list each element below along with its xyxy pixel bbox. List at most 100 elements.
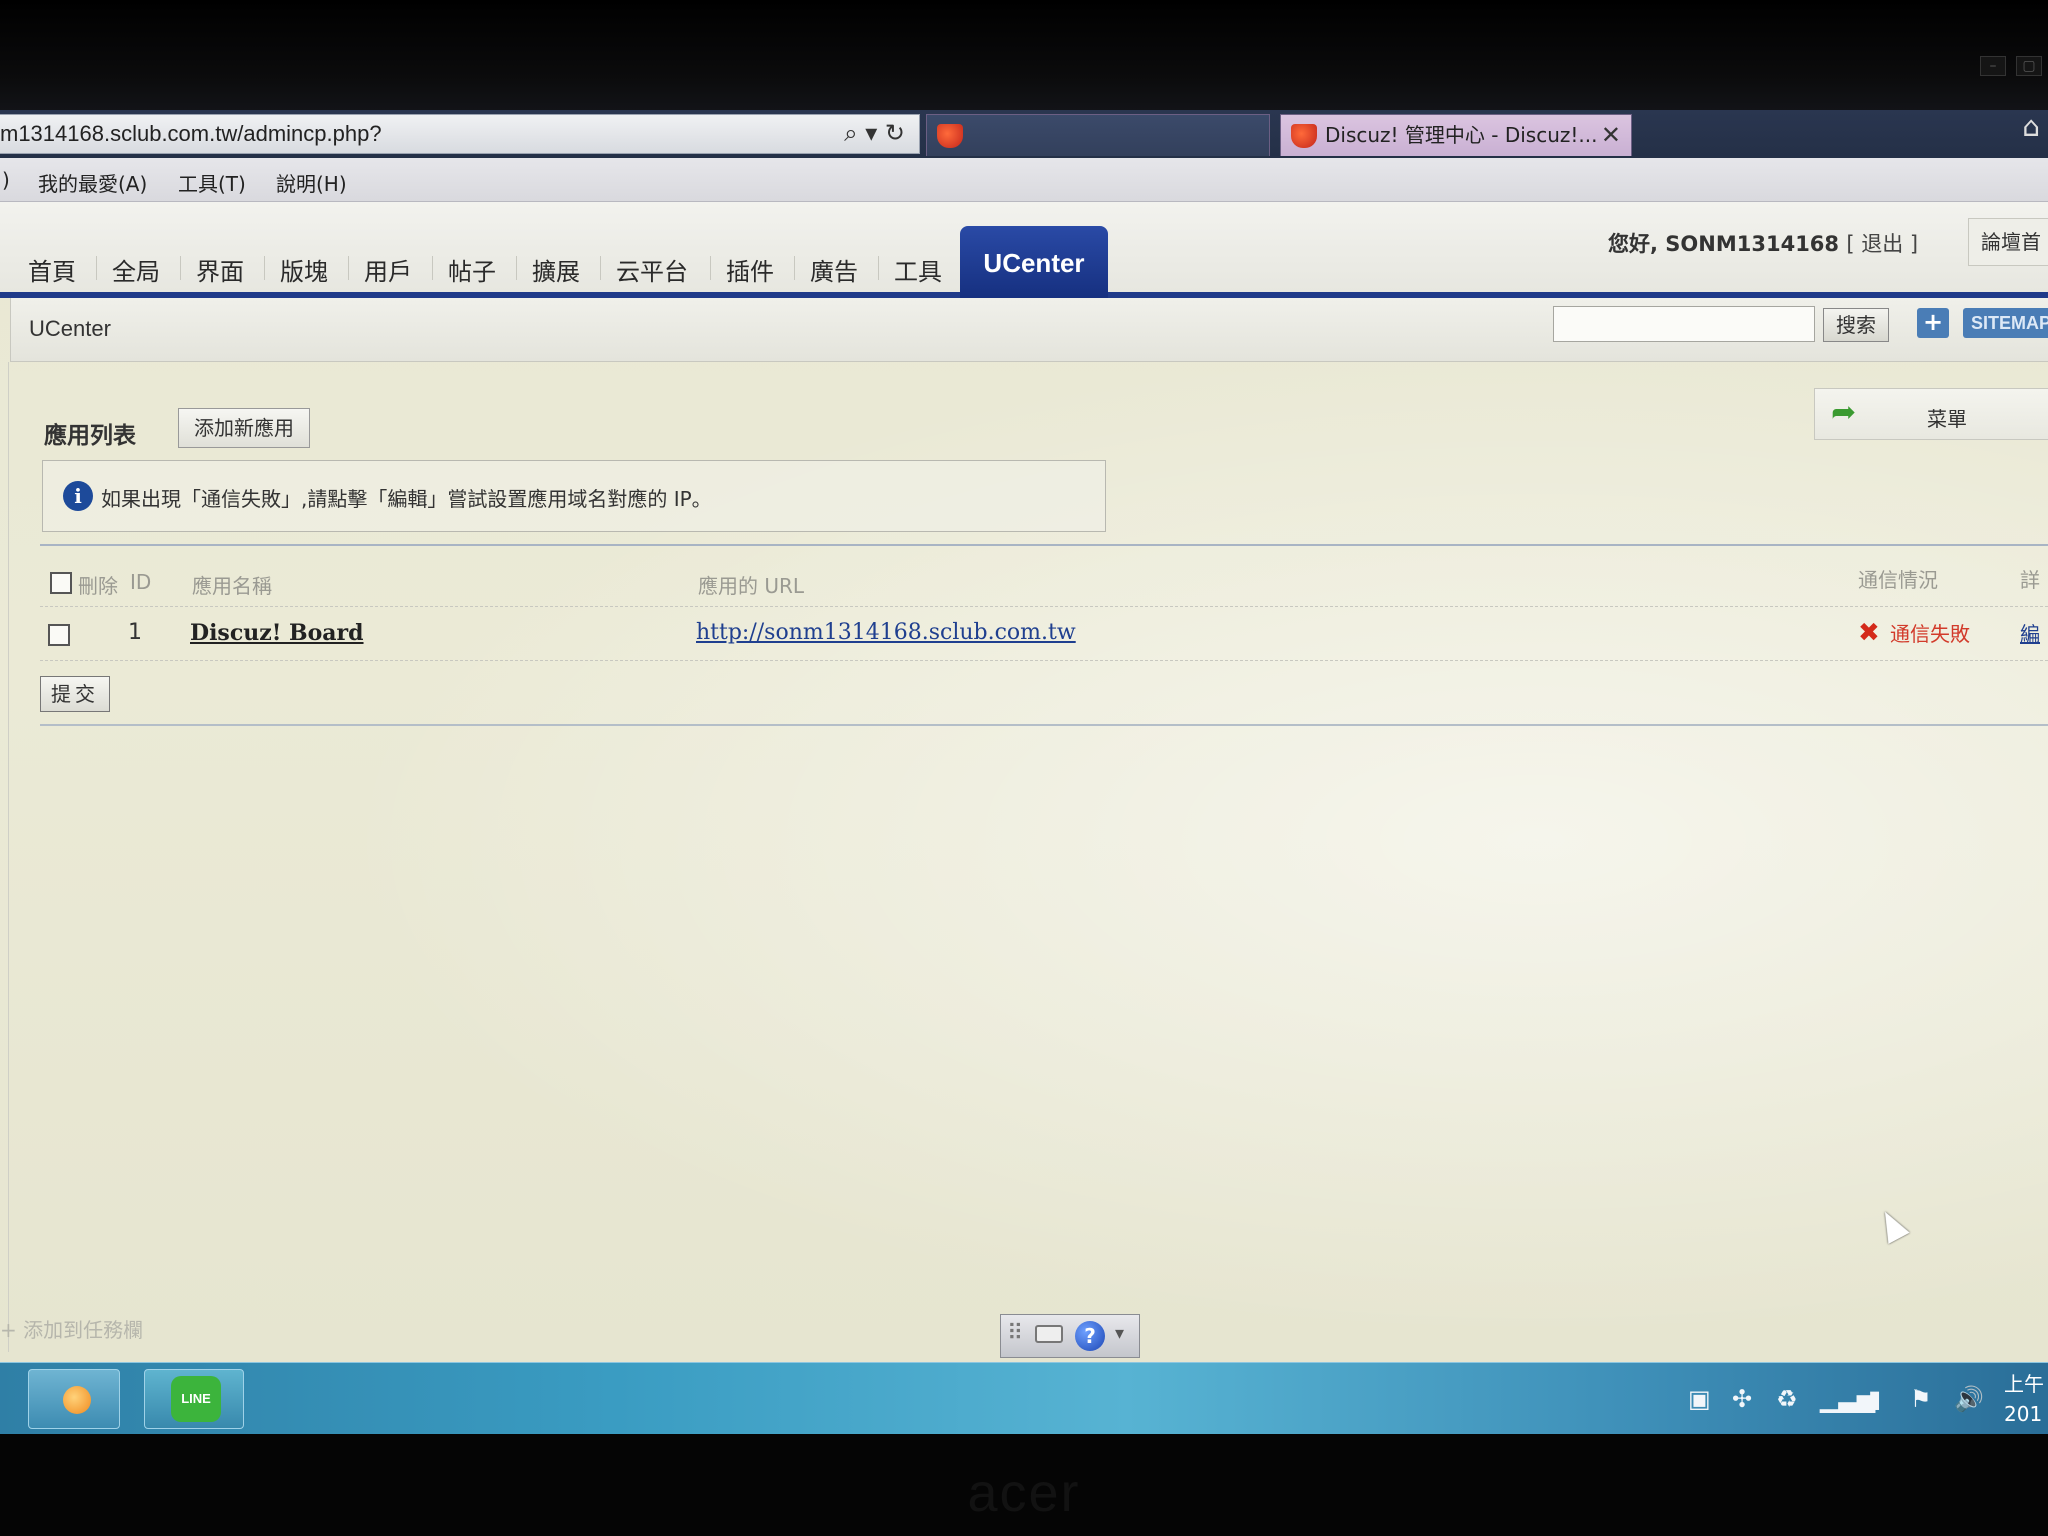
header-delete: 刪除: [78, 574, 118, 598]
add-app-button[interactable]: 添加新應用: [178, 408, 310, 448]
ime-language-bar: ⠿ ? ▾: [1000, 1314, 1140, 1358]
network-settings-icon[interactable]: ✣: [1732, 1385, 1752, 1413]
tab-close-icon[interactable]: ✕: [1601, 115, 1621, 155]
username: SONM1314168: [1665, 232, 1840, 256]
edit-link[interactable]: 編: [2020, 618, 2040, 647]
app-url-link[interactable]: http://sonm1314168.sclub.com.tw: [696, 620, 1076, 645]
menu-item-help[interactable]: 說明(H): [276, 168, 347, 197]
nav-tab-ucenter[interactable]: UCenter: [960, 226, 1108, 298]
browser-tab-inactive[interactable]: [926, 114, 1270, 156]
menu-item-tools[interactable]: 工具(T): [178, 168, 246, 197]
chat-icon[interactable]: ▣: [1688, 1385, 1711, 1413]
clock-date: 201: [2004, 1402, 2043, 1426]
clock[interactable]: 上午 201: [2004, 1369, 2044, 1429]
screen: – ▢ m1314168.sclub.com.tw/admincp.php? ⌕…: [0, 0, 2048, 1536]
address-text: m1314168.sclub.com.tw/admincp.php?: [0, 121, 382, 146]
monitor-bezel-top: – ▢: [0, 0, 2048, 110]
page-title: UCenter: [29, 316, 111, 341]
add-shortcut-button[interactable]: +: [1917, 308, 1949, 338]
start-button[interactable]: [28, 1369, 120, 1429]
content-left-rule: [8, 362, 9, 1352]
volume-icon[interactable]: 🔊: [1954, 1385, 1984, 1413]
flag-icon[interactable]: ⚑: [1910, 1385, 1932, 1413]
sitemap-button[interactable]: SITEMAP: [1963, 308, 2048, 338]
table-bottom-rule: [40, 724, 2048, 726]
header-app-name: 應用名稱: [192, 574, 272, 598]
menu-item-favorites[interactable]: 我的最愛(A): [38, 168, 147, 197]
select-all-checkbox[interactable]: [50, 572, 72, 594]
app-name-link[interactable]: Discuz! Board: [190, 620, 364, 646]
battery-icon[interactable]: ▮: [1868, 1385, 1881, 1413]
monitor-brand-logo: acer: [967, 1463, 1081, 1523]
line-icon: LINE: [171, 1376, 221, 1422]
table-top-rule: [40, 544, 2048, 546]
logout-link[interactable]: [ 退出 ]: [1846, 232, 1918, 256]
home-icon[interactable]: ⌂: [2022, 110, 2040, 143]
header-app-url: 應用的 URL: [698, 574, 805, 598]
cell-id: 1: [128, 620, 142, 645]
row-divider: [40, 660, 2048, 661]
search-input[interactable]: [1553, 306, 1815, 342]
search-button[interactable]: 搜索: [1823, 308, 1889, 342]
keyboard-icon[interactable]: [1035, 1325, 1063, 1343]
chevron-down-icon[interactable]: ▾: [1115, 1323, 1124, 1344]
nav-tab-posts[interactable]: 帖子: [448, 252, 496, 287]
maximize-button[interactable]: ▢: [2016, 56, 2042, 76]
browser-menu-bar: ) 我的最愛(A) 工具(T) 說明(H): [0, 158, 2048, 202]
header-detail: 詳: [2020, 568, 2040, 592]
minimize-button[interactable]: –: [1980, 56, 2006, 76]
address-bar[interactable]: m1314168.sclub.com.tw/admincp.php? ⌕ ▾ ↻: [0, 114, 920, 154]
nav-tab-global[interactable]: 全局: [112, 252, 160, 287]
add-to-taskbar-hint[interactable]: + 添加到任務欄: [0, 1314, 143, 1343]
user-greeting: 您好, SONM1314168 [ 退出 ]: [1608, 228, 1918, 258]
header-status: 通信情況: [1858, 568, 1938, 592]
grip-icon[interactable]: ⠿: [1007, 1321, 1023, 1346]
nav-tab-users[interactable]: 用戶: [364, 252, 412, 287]
admin-page: 首頁 全局 界面 版塊 用戶 帖子 擴展 云平台 插件 廣告 工具 UCente…: [0, 202, 2048, 1362]
menu-panel[interactable]: ➦ 菜單: [1814, 388, 2048, 440]
menu-panel-label: 菜單: [1927, 407, 1967, 431]
nav-separator: [794, 256, 795, 280]
nav-tab-plugins[interactable]: 插件: [726, 252, 774, 287]
nav-separator: [348, 256, 349, 280]
admin-nav-header: 首頁 全局 界面 版塊 用戶 帖子 擴展 云平台 插件 廣告 工具 UCente…: [0, 202, 2048, 298]
nav-tab-ads[interactable]: 廣告: [810, 252, 858, 287]
monitor-bezel-bottom: acer: [0, 1434, 2048, 1536]
info-text: 如果出現「通信失敗」,請點擊「編輯」嘗試設置應用域名對應的 IP。: [101, 487, 712, 511]
discuz-favicon-icon: [1291, 124, 1317, 148]
menu-item-cut-off[interactable]: ): [2, 168, 10, 192]
address-bar-icons[interactable]: ⌕ ▾ ↻: [844, 119, 905, 147]
nav-tab-forums[interactable]: 版塊: [280, 252, 328, 287]
submit-button[interactable]: 提交: [40, 676, 110, 712]
nav-tab-cloud-platform[interactable]: 云平台: [616, 252, 688, 287]
help-icon[interactable]: ?: [1075, 1321, 1105, 1351]
section-title: 應用列表: [44, 423, 136, 449]
nav-separator: [432, 256, 433, 280]
browser-tab-active[interactable]: Discuz! 管理中心 - Discuz!... ✕: [1280, 114, 1632, 156]
window-controls: – ▢: [1962, 56, 2042, 84]
browser-bar: m1314168.sclub.com.tw/admincp.php? ⌕ ▾ ↻…: [0, 110, 2048, 158]
clock-time: 上午: [2004, 1372, 2044, 1396]
sync-icon[interactable]: ♻: [1776, 1385, 1798, 1413]
windows-logo-icon: [63, 1386, 91, 1414]
share-arrow-icon: ➦: [1831, 395, 1857, 430]
nav-separator: [878, 256, 879, 280]
nav-tab-home[interactable]: 首頁: [28, 252, 76, 287]
nav-tab-interface[interactable]: 界面: [196, 252, 244, 287]
nav-separator: [600, 256, 601, 280]
nav-tab-tools[interactable]: 工具: [894, 252, 942, 287]
row-divider: [40, 606, 2048, 607]
row-checkbox[interactable]: [48, 624, 70, 646]
info-icon: i: [63, 481, 93, 511]
nav-tab-extensions[interactable]: 擴展: [532, 252, 580, 287]
nav-separator: [516, 256, 517, 280]
fail-x-icon: ✖: [1858, 618, 1880, 648]
nav-separator: [180, 256, 181, 280]
nav-separator: [264, 256, 265, 280]
forum-home-button[interactable]: 論壇首: [1968, 218, 2048, 266]
taskbar-app-line[interactable]: LINE: [144, 1369, 244, 1429]
status-fail-text: 通信失敗: [1890, 622, 1970, 646]
nav-separator: [710, 256, 711, 280]
discuz-favicon-icon: [937, 124, 963, 148]
header-id: ID: [130, 570, 152, 594]
